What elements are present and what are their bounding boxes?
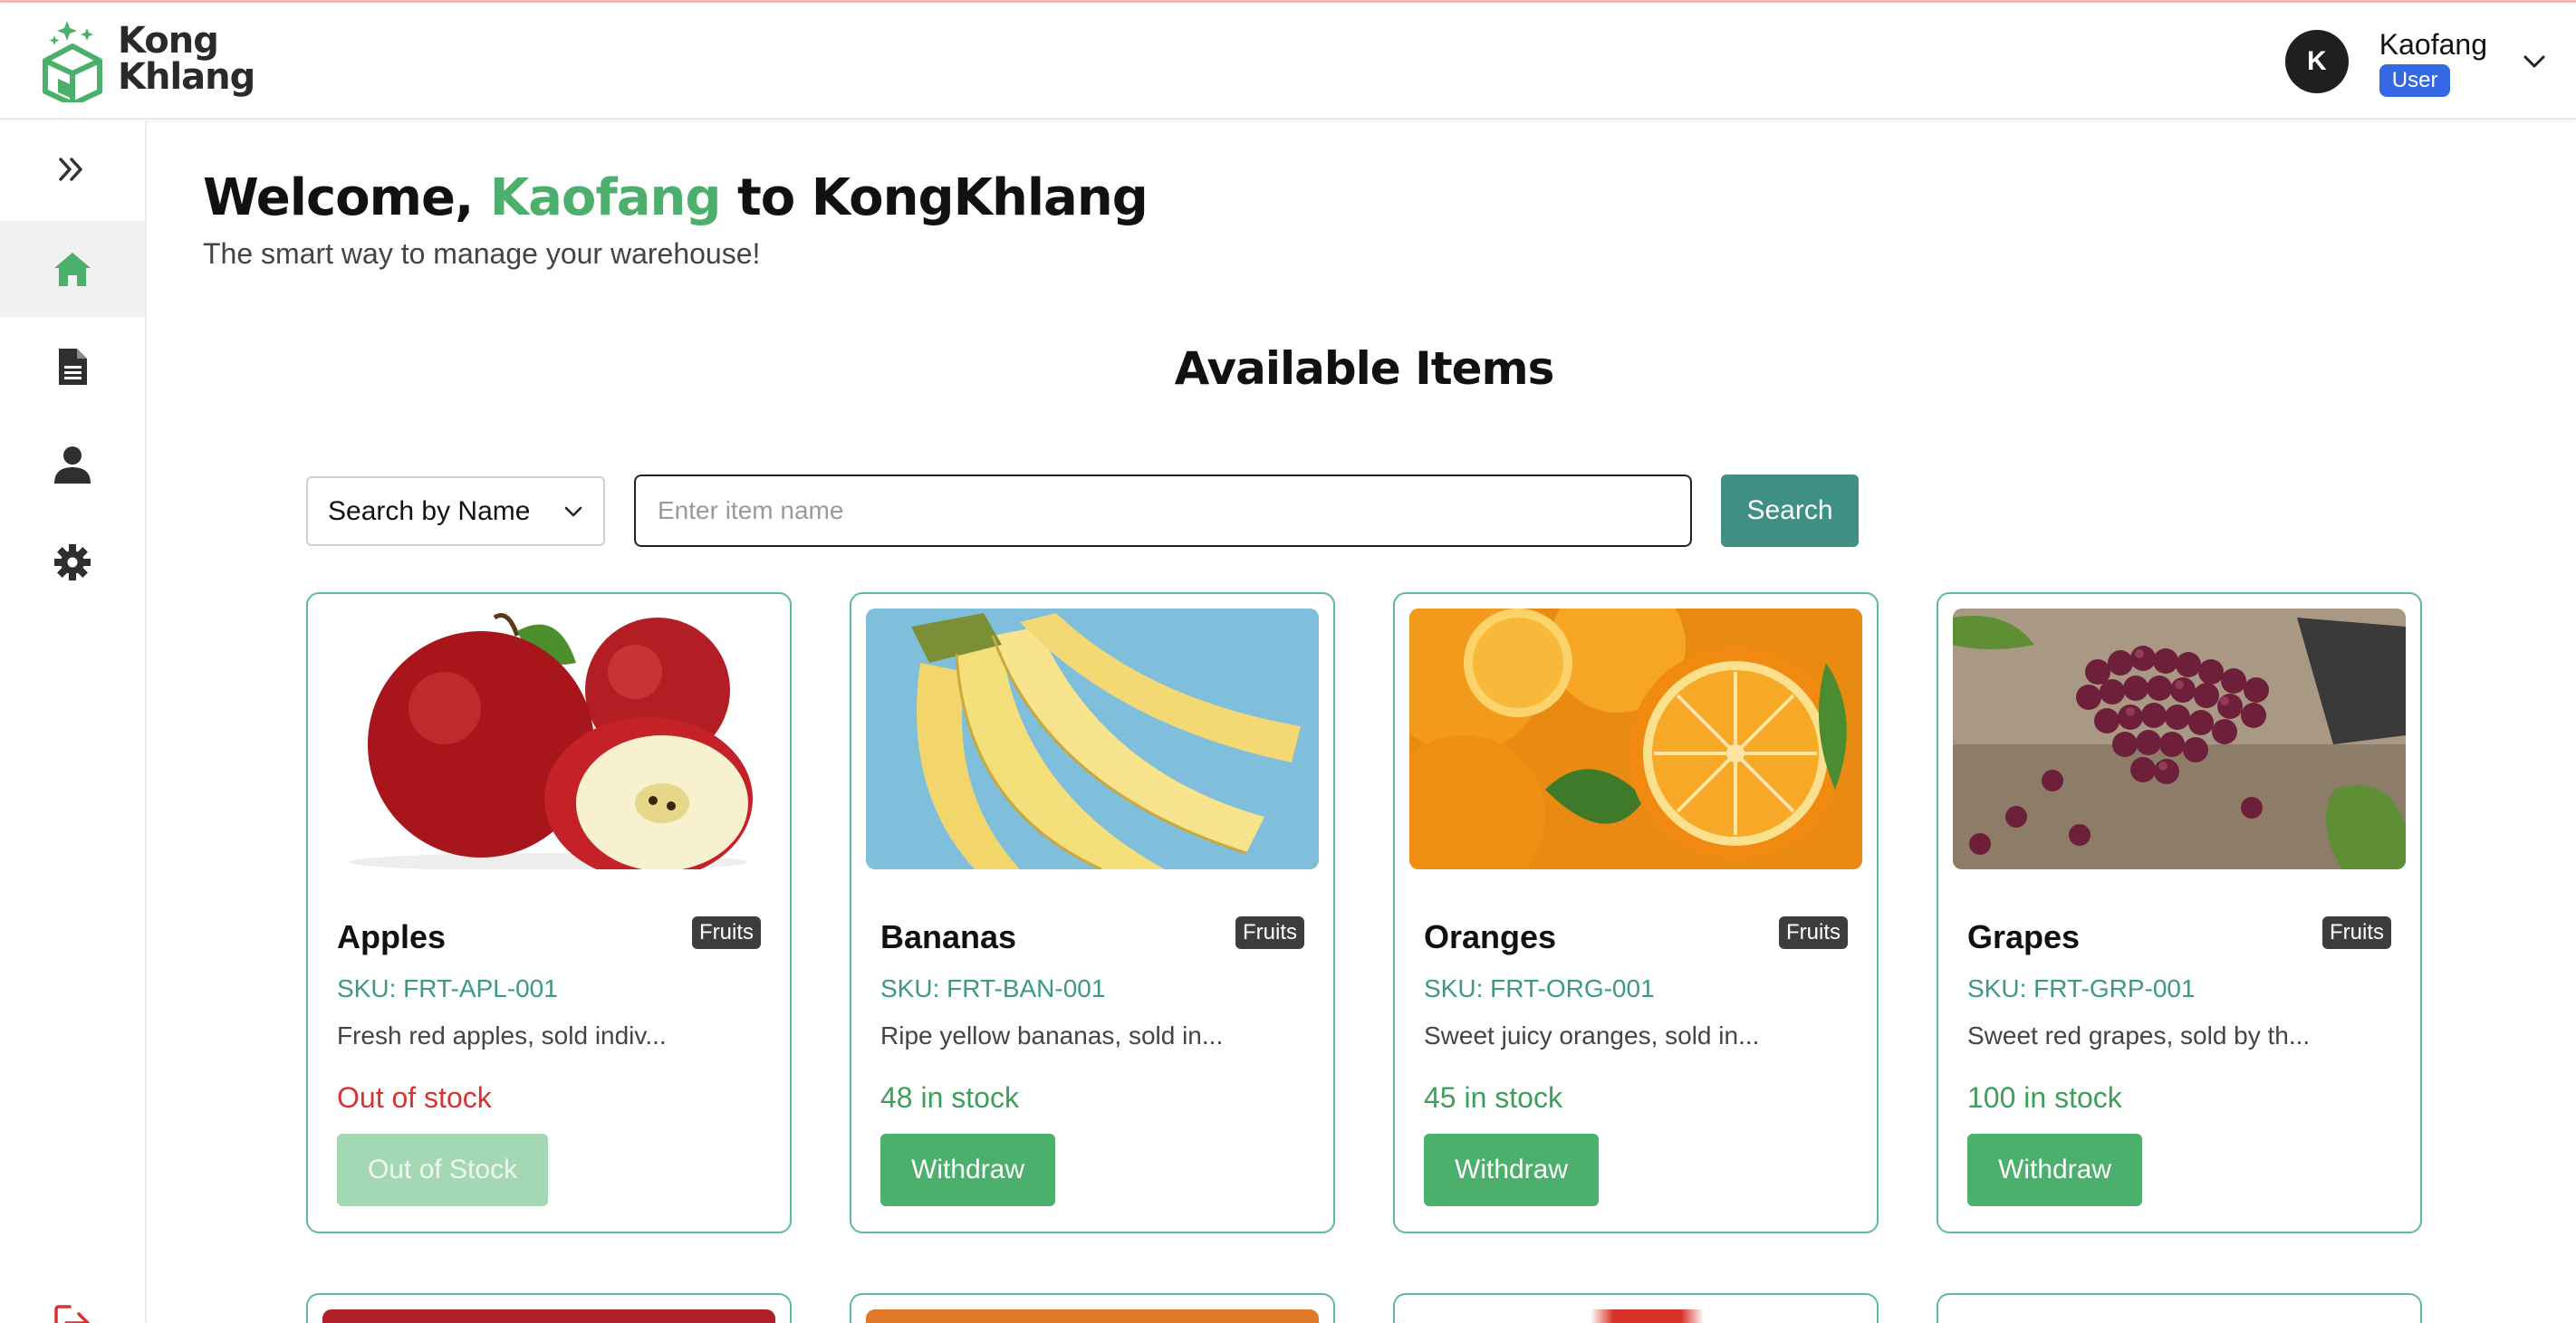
stock-status: 45 in stock bbox=[1424, 1081, 1562, 1114]
withdraw-button[interactable]: Withdraw bbox=[880, 1134, 1056, 1206]
category-badge: Fruits bbox=[1779, 916, 1848, 949]
item-description: Sweet juicy oranges, sold in... bbox=[1424, 1021, 1760, 1050]
item-image-grapes bbox=[1953, 609, 2406, 869]
item-card bbox=[306, 1293, 792, 1323]
avatar[interactable]: K bbox=[2284, 30, 2349, 93]
item-card: Oranges Fruits SKU: FRT-ORG-001 Sweet ju… bbox=[1393, 592, 1879, 1233]
search-button[interactable]: Search bbox=[1721, 475, 1859, 547]
warehouse-box-logo-icon bbox=[43, 21, 102, 102]
user-icon bbox=[54, 446, 91, 484]
item-image bbox=[1409, 1309, 1862, 1323]
user-menu[interactable]: K Kaofang User bbox=[2284, 26, 2547, 97]
brand-name: Kong Khlang bbox=[118, 23, 255, 95]
brand-line-2: Khlang bbox=[118, 56, 255, 98]
item-sku: SKU: FRT-APL-001 bbox=[337, 974, 558, 1002]
user-role-badge: User bbox=[2379, 64, 2451, 97]
item-card bbox=[850, 1293, 1335, 1323]
category-badge: Fruits bbox=[2322, 916, 2391, 949]
item-name: Oranges bbox=[1424, 918, 1557, 955]
chevron-down-icon[interactable] bbox=[2522, 53, 2547, 71]
search-input[interactable] bbox=[634, 475, 1692, 547]
item-sku: SKU: FRT-ORG-001 bbox=[1424, 974, 1655, 1002]
item-description: Ripe yellow bananas, sold in... bbox=[880, 1021, 1224, 1050]
item-image-oranges bbox=[1409, 609, 1862, 869]
sidebar bbox=[0, 121, 147, 1323]
item-image-bananas bbox=[866, 609, 1319, 869]
page-subtitle: The smart way to manage your warehouse! bbox=[203, 237, 761, 270]
stock-status: 100 in stock bbox=[1967, 1081, 2122, 1114]
item-card: Bananas Fruits SKU: FRT-BAN-001 Ripe yel… bbox=[850, 592, 1335, 1233]
category-badge: Fruits bbox=[1235, 916, 1304, 949]
welcome-suffix: to KongKhlang bbox=[737, 168, 1149, 227]
section-title: Available Items bbox=[1174, 342, 1555, 395]
page-title: Welcome, Kaofang to KongKhlang bbox=[203, 168, 1149, 227]
stock-status: 48 in stock bbox=[880, 1081, 1019, 1114]
sidebar-item-home[interactable] bbox=[0, 221, 145, 317]
item-description: Sweet red grapes, sold by th... bbox=[1967, 1021, 2311, 1050]
item-name: Apples bbox=[337, 918, 447, 955]
user-name: Kaofang bbox=[2379, 28, 2487, 61]
item-card: Grapes Fruits SKU: FRT-GRP-001 Sweet red… bbox=[1937, 592, 2422, 1233]
gear-icon bbox=[54, 544, 91, 580]
item-card bbox=[1393, 1293, 1879, 1323]
out-of-stock-button: Out of Stock bbox=[337, 1134, 549, 1206]
item-sku: SKU: FRT-BAN-001 bbox=[880, 974, 1106, 1002]
home-icon bbox=[54, 253, 91, 286]
sidebar-expand-button[interactable] bbox=[0, 121, 145, 217]
item-image bbox=[322, 1309, 775, 1323]
chevron-down-icon bbox=[564, 506, 582, 516]
withdraw-button[interactable]: Withdraw bbox=[1967, 1134, 2143, 1206]
search-mode-value: Search by Name bbox=[328, 495, 531, 526]
category-badge: Fruits bbox=[692, 916, 761, 949]
item-card: Apples Fruits SKU: FRT-APL-001 Fresh red… bbox=[306, 592, 792, 1233]
sidebar-item-settings[interactable] bbox=[0, 514, 145, 610]
welcome-user-name: Kaofang bbox=[489, 168, 722, 227]
stock-status: Out of stock bbox=[337, 1081, 492, 1114]
item-card bbox=[1937, 1293, 2422, 1323]
double-chevron-right-icon bbox=[59, 158, 82, 181]
search-mode-select[interactable]: Search by Name bbox=[306, 476, 605, 546]
item-sku: SKU: FRT-GRP-001 bbox=[1967, 974, 2196, 1002]
app-header: Kong Khlang K Kaofang User bbox=[0, 3, 2576, 120]
item-image bbox=[866, 1309, 1319, 1323]
user-meta: Kaofang User bbox=[2379, 26, 2487, 97]
sidebar-item-profile[interactable] bbox=[0, 417, 145, 513]
sidebar-logout-button[interactable] bbox=[0, 1275, 145, 1323]
logout-icon bbox=[54, 1305, 90, 1323]
withdraw-button[interactable]: Withdraw bbox=[1424, 1134, 1600, 1206]
item-image-apples bbox=[322, 609, 775, 869]
item-name: Bananas bbox=[880, 918, 1017, 955]
welcome-prefix: Welcome, bbox=[203, 168, 474, 227]
brand-logo[interactable]: Kong Khlang bbox=[40, 15, 255, 102]
item-description: Fresh red apples, sold indiv... bbox=[337, 1021, 667, 1050]
item-name: Grapes bbox=[1967, 918, 2081, 955]
brand-line-1: Kong bbox=[118, 20, 219, 62]
